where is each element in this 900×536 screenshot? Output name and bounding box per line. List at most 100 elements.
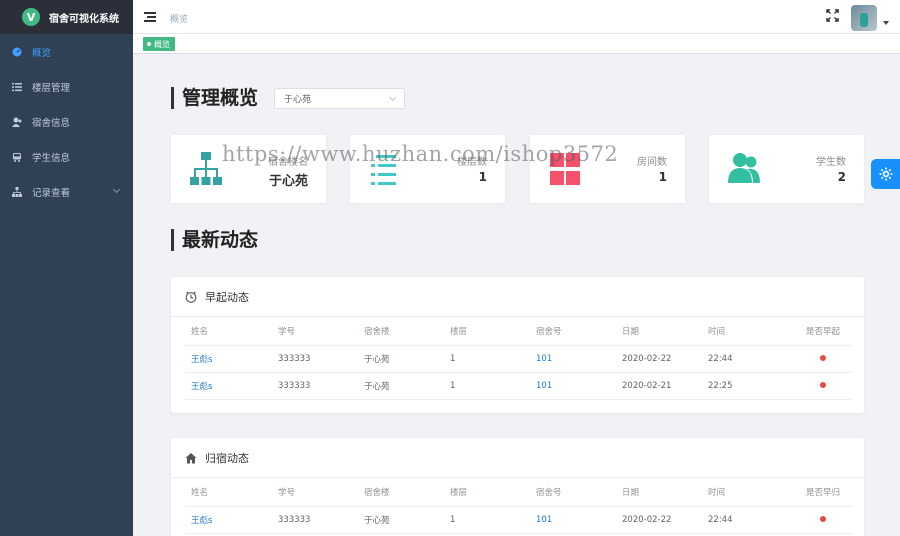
sidebar-item-label: 概览: [32, 47, 52, 59]
tag-label: 概览: [154, 39, 170, 49]
table-header-row: 姓名 学号 宿舍楼 楼层 宿舍号 日期 时间 是否早起: [185, 317, 852, 346]
table-cell: 2020-02-22: [616, 506, 702, 534]
table-cell: 22:44: [702, 345, 788, 373]
sidebar-item-records[interactable]: 记录查看: [0, 174, 133, 209]
table-cell: 于心苑: [358, 506, 444, 534]
return-table: 姓名 学号 宿舍楼 楼层 宿舍号 日期 时间 是否早归 王彪s 333333 于…: [185, 478, 852, 534]
panel-header: 早起动态: [171, 277, 864, 317]
student-name-link[interactable]: 王彪s: [185, 345, 272, 373]
active-dot-icon: [147, 42, 151, 46]
app-logo[interactable]: V 宿舍可视化系统: [0, 0, 133, 34]
bus-icon: [13, 152, 21, 162]
table-cell: 22:44: [702, 506, 788, 534]
caret-down-icon[interactable]: [883, 21, 889, 25]
building-select-value: 于心苑: [284, 95, 312, 105]
watermark-text: https://www.huzhan.com/ishop3572: [222, 142, 619, 166]
column-header: 楼层: [444, 317, 530, 346]
table-row: 王彪s 333333 于心苑 1 101 2020-02-22 22:44: [185, 506, 852, 534]
table-header-row: 姓名 学号 宿舍楼 楼层 宿舍号 日期 时间 是否早归: [185, 478, 852, 507]
news-section-title: 最新动态: [171, 229, 258, 251]
status-cell: [788, 345, 852, 373]
gear-icon: [879, 167, 892, 181]
table-cell: 2020-02-21: [616, 372, 702, 400]
list-icon: [12, 82, 22, 91]
table-cell: 于心苑: [358, 372, 444, 400]
sidebar-item-label: 楼层管理: [32, 82, 71, 94]
table-cell: 2020-02-22: [616, 345, 702, 373]
wake-up-table: 姓名 学号 宿舍楼 楼层 宿舍号 日期 时间 是否早起 王彪s 333333 于…: [185, 317, 852, 400]
fullscreen-icon[interactable]: [826, 9, 839, 22]
card-label: 学生数: [816, 157, 846, 168]
column-header: 日期: [616, 317, 702, 346]
tag-overview[interactable]: 概览: [143, 37, 175, 51]
table-cell: 于心苑: [358, 345, 444, 373]
sidebar-item-label: 宿舍信息: [32, 117, 71, 129]
avatar[interactable]: [851, 5, 877, 31]
column-header: 宿舍号: [530, 478, 616, 507]
settings-button[interactable]: [871, 159, 900, 189]
top-navbar: 概览: [133, 0, 900, 34]
panel-title: 归宿动态: [205, 451, 249, 465]
return-panel: 归宿动态 姓名 学号 宿舍楼 楼层 宿舍号 日期 时间 是否早归 王彪s 333…: [171, 438, 864, 536]
breadcrumb[interactable]: 概览: [170, 12, 188, 25]
table-row: 王彪s 333333 于心苑 1 101 2020-02-22 22:44: [185, 345, 852, 373]
column-header: 姓名: [185, 478, 272, 507]
tags-view: 概览: [133, 34, 900, 54]
card-value: 1: [478, 170, 487, 184]
table-cell: 1: [444, 345, 530, 373]
sidebar-item-label: 学生信息: [32, 152, 71, 164]
wake-up-panel: 早起动态 姓名 学号 宿舍楼 楼层 宿舍号 日期 时间 是否早起 王彪s 333…: [171, 277, 864, 413]
student-name-link[interactable]: 王彪s: [185, 506, 272, 534]
table-cell: 333333: [272, 372, 358, 400]
column-header: 是否早起: [788, 317, 852, 346]
sidebar-item-students[interactable]: 学生信息: [0, 139, 133, 174]
card-value: 1: [658, 170, 667, 184]
sidebar-item-floors[interactable]: 楼层管理: [0, 69, 133, 104]
status-cell: [788, 506, 852, 534]
chevron-down-icon: [388, 93, 397, 102]
table-cell: 333333: [272, 506, 358, 534]
sidebar: V 宿舍可视化系统 概览 楼层管理 宿舍信息 学生信息 记录查看: [0, 0, 133, 536]
people-icon: [728, 153, 760, 183]
sitemap-icon: [190, 152, 222, 185]
tree-icon: [12, 186, 22, 197]
room-number-link[interactable]: 101: [530, 372, 616, 400]
column-header: 时间: [702, 478, 788, 507]
hamburger-icon[interactable]: [144, 12, 156, 22]
building-select[interactable]: 于心苑: [274, 88, 405, 109]
page-title: 管理概览: [171, 87, 258, 109]
home-icon: [185, 452, 197, 463]
panel-title: 早起动态: [205, 290, 249, 304]
column-header: 学号: [272, 478, 358, 507]
stat-card-students[interactable]: 学生数 2: [709, 135, 864, 203]
column-header: 宿舍楼: [358, 317, 444, 346]
status-dot-icon: [820, 515, 826, 522]
column-header: 时间: [702, 317, 788, 346]
column-header: 是否早归: [788, 478, 852, 507]
chevron-down-icon: [112, 185, 121, 194]
column-header: 宿舍楼: [358, 478, 444, 507]
column-header: 楼层: [444, 478, 530, 507]
card-value: 于心苑: [268, 174, 308, 189]
table-cell: 1: [444, 372, 530, 400]
main-content: 管理概览 于心苑 宿舍楼名 于心苑 楼层数 1 房间数 1 学生数 2 最新动态…: [133, 54, 900, 536]
sidebar-item-dorms[interactable]: 宿舍信息: [0, 104, 133, 139]
room-number-link[interactable]: 101: [530, 506, 616, 534]
status-dot-icon: [820, 381, 826, 388]
room-number-link[interactable]: 101: [530, 345, 616, 373]
status-cell: [788, 372, 852, 400]
dashboard-icon: [12, 47, 22, 56]
column-header: 姓名: [185, 317, 272, 346]
table-cell: 1: [444, 506, 530, 534]
vue-logo-icon: V: [22, 8, 40, 26]
clock-icon: [185, 290, 197, 303]
sidebar-item-label: 记录查看: [32, 187, 71, 199]
table-row: 王彪s 333333 于心苑 1 101 2020-02-21 22:25: [185, 372, 852, 400]
card-label: 房间数: [637, 157, 667, 168]
sidebar-item-overview[interactable]: 概览: [0, 34, 133, 69]
user-icon: [12, 117, 22, 127]
student-name-link[interactable]: 王彪s: [185, 372, 272, 400]
card-value: 2: [837, 170, 846, 184]
column-header: 学号: [272, 317, 358, 346]
table-cell: 22:25: [702, 372, 788, 400]
